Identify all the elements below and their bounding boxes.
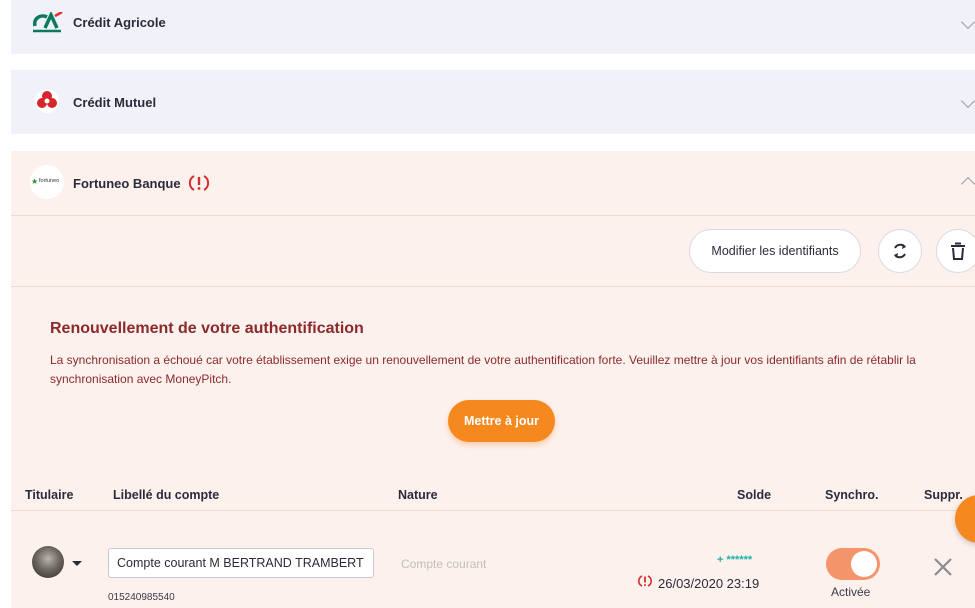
sync-status: Activée <box>831 585 871 599</box>
bank-row-credit-mutuel[interactable]: Crédit Mutuel <box>11 70 975 134</box>
chevron-down-icon[interactable] <box>960 14 975 30</box>
panel-divider <box>11 286 975 287</box>
close-icon <box>934 558 952 576</box>
column-header-sync: Synchro. <box>825 488 879 502</box>
panel-divider <box>11 215 975 216</box>
bank-row-credit-agricole[interactable]: Crédit Agricole <box>11 0 975 54</box>
trash-icon <box>951 242 965 260</box>
bank-name: Crédit Mutuel <box>73 95 157 110</box>
refresh-icon <box>894 243 906 259</box>
bank-name: Fortuneo Banque <box>73 176 181 191</box>
account-label-input[interactable]: Compte courant M BERTRAND TRAMBERT <box>108 548 374 578</box>
delete-account-button[interactable] <box>933 557 953 582</box>
sync-button[interactable] <box>878 229 922 273</box>
nature-select[interactable]: Compte courant <box>401 557 486 571</box>
edit-credentials-label: Modifier les identifiants <box>711 244 839 258</box>
avatar[interactable] <box>32 546 64 578</box>
sync-toggle[interactable] <box>826 548 880 580</box>
bank-name: Crédit Agricole <box>73 15 166 30</box>
column-header-nature: Nature <box>398 488 438 502</box>
account-number: 015240985540 <box>108 592 175 603</box>
column-header-balance: Solde <box>737 488 772 502</box>
alert-title: Renouvellement de votre authentification <box>50 320 364 337</box>
table-header-divider <box>11 510 975 511</box>
account-label-value: Compte courant M BERTRAND TRAMBERT <box>117 556 364 570</box>
sync-error-icon <box>187 173 211 198</box>
sync-error-icon <box>637 574 653 593</box>
credit-mutuel-logo <box>34 88 60 119</box>
column-header-holder: Titulaire <box>25 488 74 502</box>
fortuneo-logo-text: fortuneo <box>39 178 60 184</box>
balance-value: + ****** <box>717 554 753 566</box>
update-button[interactable]: Mettre à jour <box>448 400 555 442</box>
fortuneo-logo: ★ fortuneo <box>30 165 64 199</box>
chevron-up-icon[interactable] <box>960 176 975 192</box>
avatar-dropdown-icon[interactable] <box>72 561 82 566</box>
toggle-knob <box>851 551 877 577</box>
alert-message: La synchronisation a échoué car votre ét… <box>50 353 916 386</box>
last-sync-date: 26/03/2020 23:19 <box>658 576 760 591</box>
column-header-label: Libellé du compte <box>113 488 220 502</box>
edit-credentials-button[interactable]: Modifier les identifiants <box>689 229 861 273</box>
chevron-down-icon[interactable] <box>960 93 975 109</box>
column-header-delete: Suppr. <box>924 488 963 502</box>
delete-bank-button[interactable] <box>936 229 975 273</box>
bank-panel-fortuneo: ★ fortuneo Fortuneo Banque Modifier les … <box>11 151 975 608</box>
credit-agricole-logo <box>31 10 63 39</box>
update-button-label: Mettre à jour <box>463 414 539 428</box>
